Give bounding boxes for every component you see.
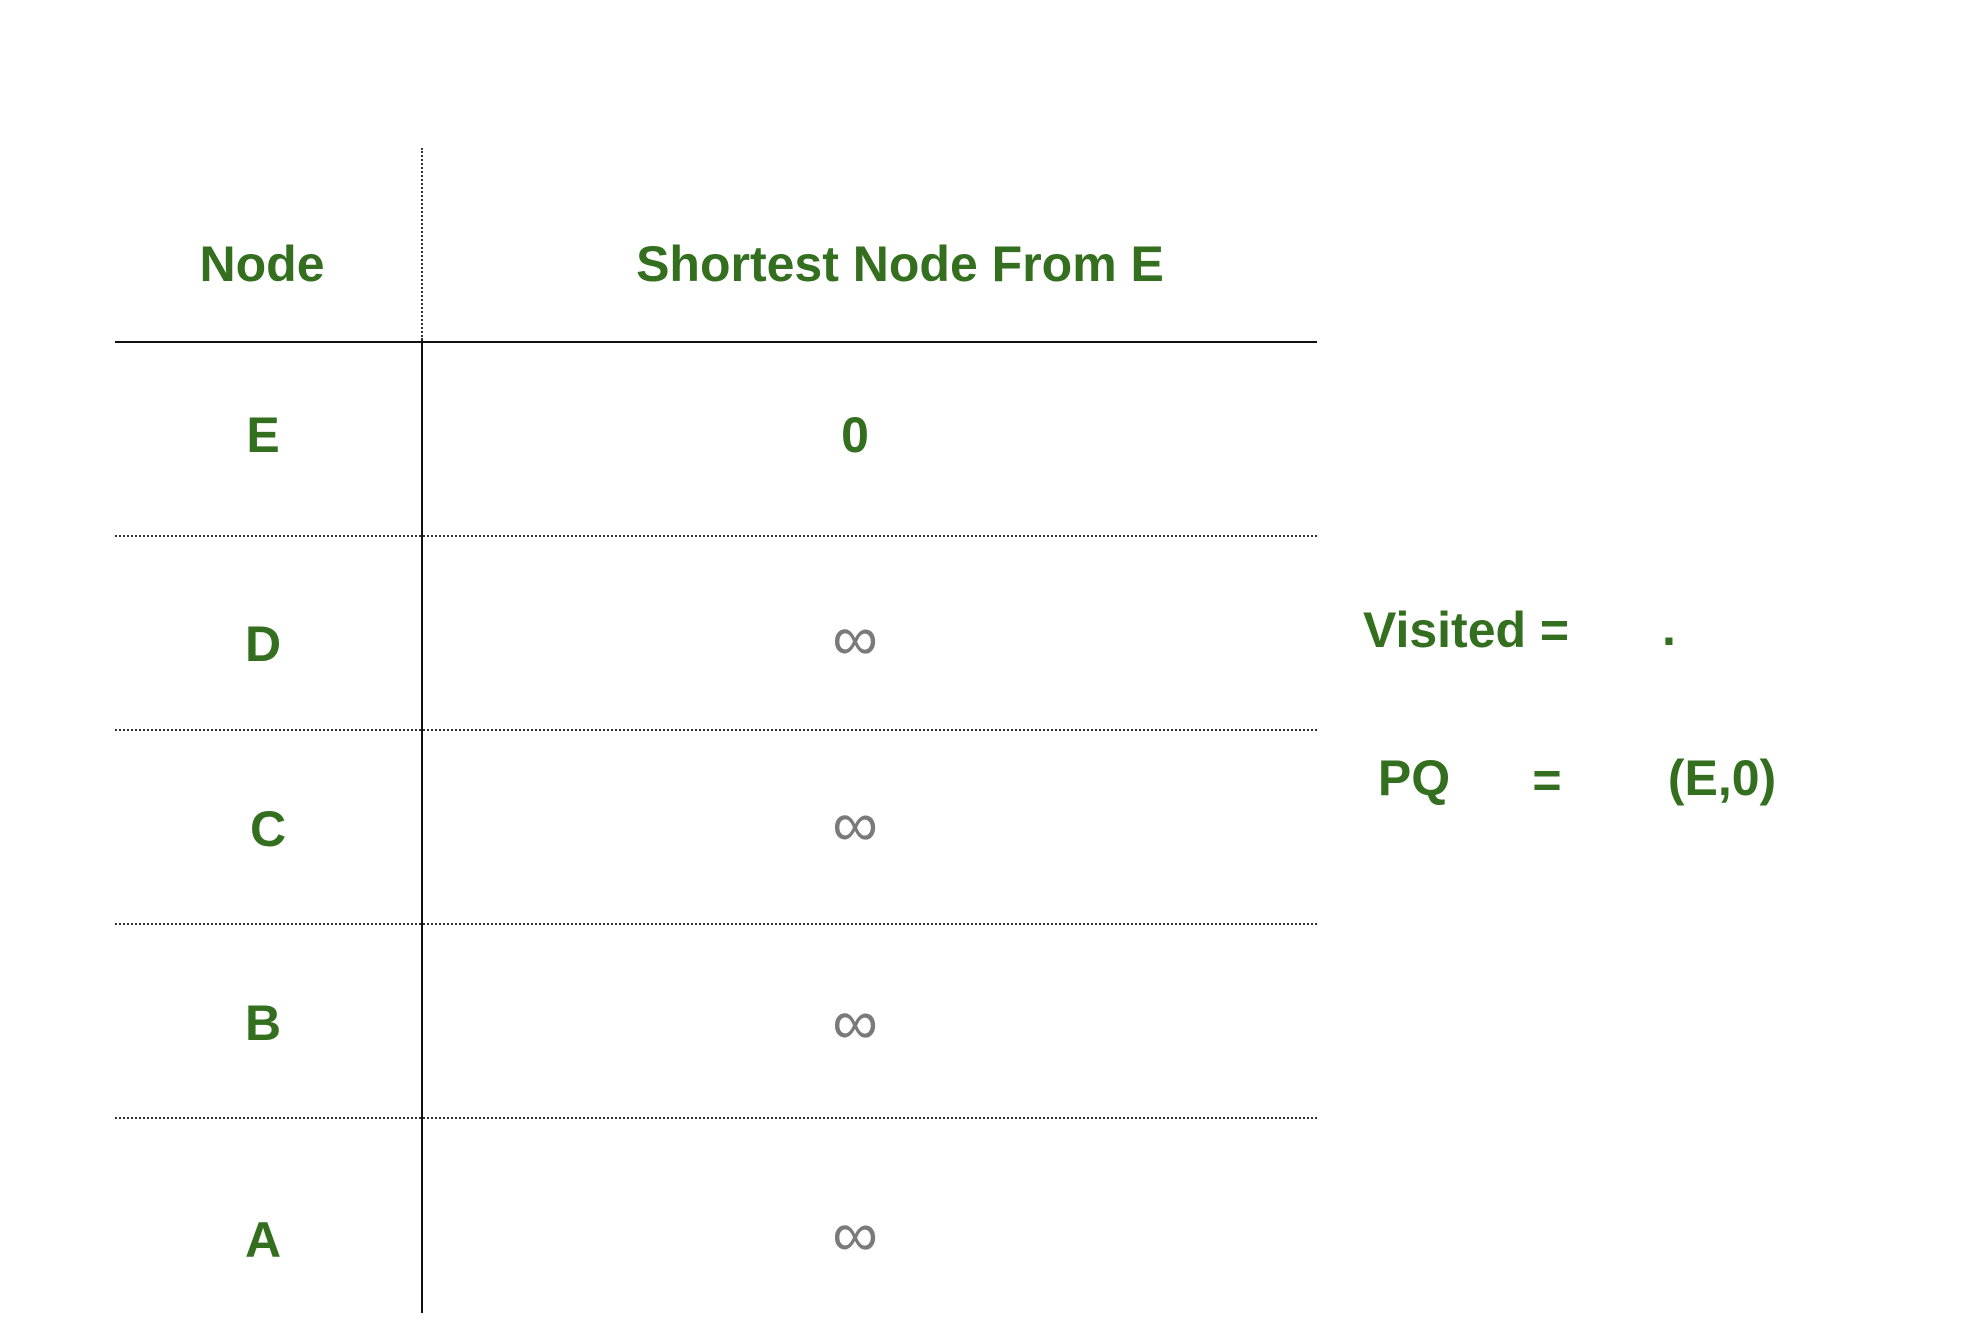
visited-value: . bbox=[1662, 600, 1676, 656]
header-column-divider bbox=[421, 148, 423, 340]
distance-value-d: ∞ bbox=[832, 602, 878, 674]
body-column-divider bbox=[421, 340, 423, 1313]
distance-value-c: ∞ bbox=[832, 788, 878, 860]
row-separator bbox=[115, 923, 1317, 925]
visited-label: Visited = bbox=[1363, 602, 1570, 658]
row-separator bbox=[115, 535, 1317, 537]
node-label-a: A bbox=[244, 1212, 282, 1268]
row-separator bbox=[115, 729, 1317, 731]
pq-label: PQ bbox=[1377, 750, 1451, 806]
header-underline bbox=[115, 341, 1317, 343]
node-label-c: C bbox=[249, 801, 287, 857]
row-separator bbox=[115, 1117, 1317, 1119]
node-label-d: D bbox=[244, 616, 282, 672]
node-label-e: E bbox=[246, 407, 280, 463]
distance-value-a: ∞ bbox=[832, 1198, 878, 1270]
distance-column-header: Shortest Node From E bbox=[636, 236, 1164, 292]
node-column-header: Node bbox=[199, 236, 325, 292]
node-label-b: B bbox=[244, 995, 282, 1051]
pq-equals: = bbox=[1532, 752, 1562, 808]
dijkstra-table-diagram: Node Shortest Node From E E 0 D ∞ C ∞ B … bbox=[0, 0, 1979, 1332]
distance-value-b: ∞ bbox=[832, 986, 878, 1058]
distance-value-e: 0 bbox=[841, 407, 869, 463]
pq-value: (E,0) bbox=[1667, 750, 1777, 806]
